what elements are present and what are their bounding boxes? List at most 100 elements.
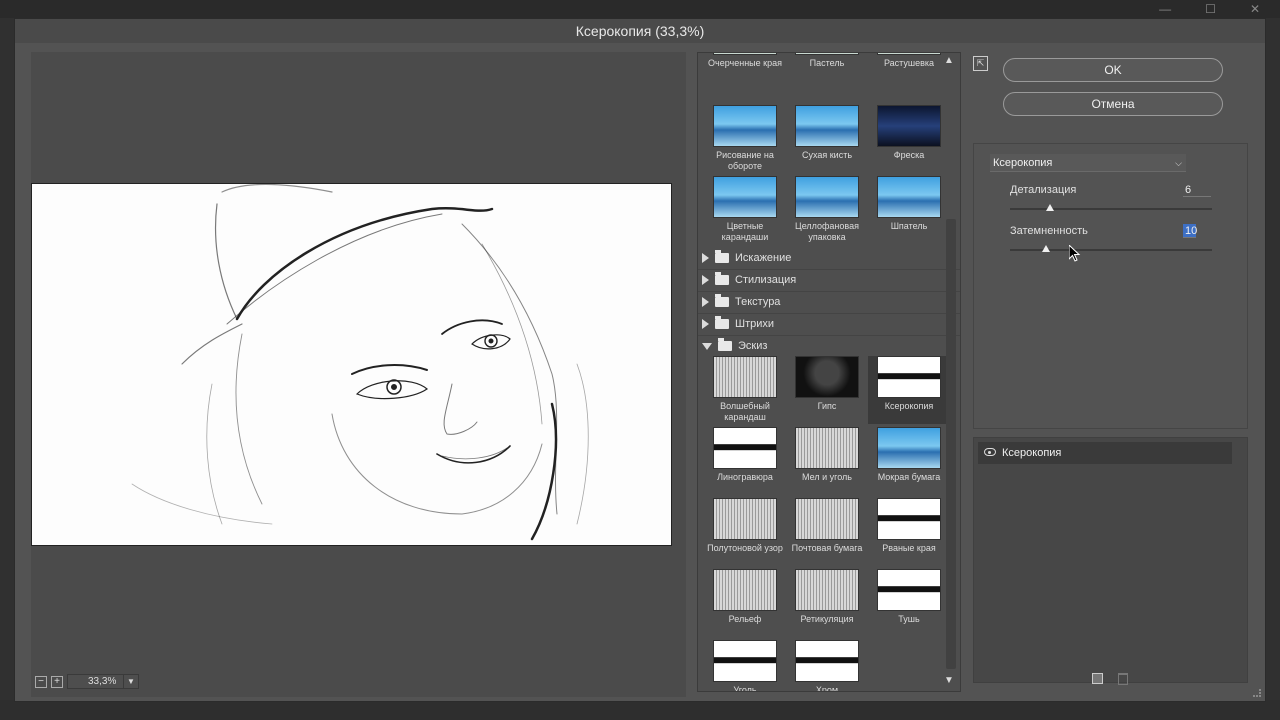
filter-thumbnail[interactable]: Рисование на обороте [704, 105, 786, 173]
scroll-up-arrow-icon[interactable]: ▲ [944, 55, 954, 66]
filter-thumbnail[interactable]: Почтовая бумага [786, 498, 868, 566]
chevron-down-icon: ⌵ [1175, 158, 1182, 168]
filter-thumbnail-image [713, 356, 777, 398]
ok-button[interactable]: OK [1003, 58, 1223, 82]
filter-thumbnail[interactable]: Уголь [704, 640, 786, 692]
filter-thumbnail[interactable]: Хром [786, 640, 868, 692]
filter-category-row[interactable]: Штрихи [702, 314, 942, 334]
filter-thumbnail-image [795, 176, 859, 218]
filter-thumbnail[interactable]: Ретикуляция [786, 569, 868, 637]
filter-thumbnail[interactable]: Фреска [868, 105, 950, 173]
filter-thumbnail-image [795, 53, 859, 55]
filter-settings-panel: Ксерокопия ⌵ Детализация 6 Затемненность… [973, 143, 1248, 429]
filter-select-value: Ксерокопия [993, 157, 1053, 169]
resize-grip-icon[interactable] [1253, 689, 1261, 697]
filter-thumbnail-label: Хром [815, 685, 839, 692]
folder-icon [715, 272, 729, 285]
filter-gallery-dialog: Ксерокопия (33,3%) − + 33,3% ▼ Очерченны… [14, 18, 1266, 702]
filter-category-label: Искажение [735, 252, 792, 264]
filter-thumbnail-label: Ксерокопия [884, 401, 934, 411]
filter-thumbnail[interactable]: Мокрая бумага [868, 427, 950, 495]
filter-thumbnail[interactable]: Волшебный карандаш [704, 356, 786, 424]
filter-thumbnail-label: Сухая кисть [801, 150, 853, 160]
filter-thumbnail[interactable]: Пастель [786, 53, 868, 69]
filter-category-label: Штрихи [735, 318, 775, 330]
preview-area: − + 33,3% ▼ [31, 52, 686, 697]
slider-detail[interactable] [1010, 208, 1212, 210]
filter-thumbnail-image [713, 498, 777, 540]
new-effect-layer-icon[interactable] [1092, 673, 1103, 684]
param-input-darkness[interactable]: 10 [1183, 224, 1197, 238]
filter-thumbnail-label: Очерченные края [708, 58, 782, 68]
filter-thumbnail-label: Фреска [893, 150, 925, 160]
filter-thumbnail-label: Рваные края [882, 543, 936, 553]
slider-darkness[interactable] [1010, 249, 1212, 251]
effect-layer-item[interactable]: Ксерокопия [978, 442, 1232, 464]
filter-thumbnail[interactable]: Мел и уголь [786, 427, 868, 495]
param-input-detail[interactable]: 6 [1183, 183, 1211, 197]
param-label-darkness: Затемненность [1010, 225, 1088, 237]
folder-icon [715, 294, 729, 307]
zoom-in-button[interactable]: + [51, 675, 63, 688]
filter-category-row[interactable]: Искажение [702, 248, 942, 268]
zoom-select[interactable]: 33,3% ▼ [67, 674, 139, 689]
zoom-controls: − + 33,3% ▼ [35, 674, 139, 689]
filter-thumbnail[interactable]: Очерченные края [704, 53, 786, 69]
filter-gallery-list[interactable]: Очерченные края Пастель Растушевка Рисовани… [697, 52, 961, 692]
filter-category-row-open[interactable]: Эскиз [702, 336, 942, 356]
filter-thumbnail[interactable]: Полутоновой узор [704, 498, 786, 566]
filter-thumbnail[interactable]: Гипс [786, 356, 868, 424]
zoom-out-button[interactable]: − [35, 675, 47, 688]
folder-open-icon [718, 338, 732, 351]
filter-thumbnail[interactable]: Цветные карандаши [704, 176, 786, 244]
right-panel-edge [1266, 18, 1280, 720]
expand-arrow-icon [702, 275, 709, 285]
filter-select[interactable]: Ксерокопия ⌵ [990, 154, 1186, 172]
trash-icon[interactable] [1118, 673, 1128, 685]
filter-thumbnail[interactable]: Ксерокопия [868, 356, 950, 424]
slider-handle-darkness[interactable] [1042, 245, 1051, 252]
filter-thumbnail[interactable]: Тушь [868, 569, 950, 637]
collapse-panel-icon[interactable]: ⇱ [973, 56, 988, 71]
maximize-icon[interactable]: ☐ [1205, 2, 1216, 16]
filter-thumbnail-image [877, 176, 941, 218]
filter-thumbnail-label: Уголь [733, 685, 757, 692]
filter-thumbnail-image [713, 53, 777, 55]
filter-thumbnail[interactable]: Шпатель [868, 176, 950, 244]
filter-thumbnail[interactable]: Линогравюра [704, 427, 786, 495]
expand-arrow-icon [702, 297, 709, 307]
filter-thumbnail-image [877, 356, 941, 398]
filter-thumbnail-label: Полутоновой узор [707, 543, 783, 553]
filter-category-row[interactable]: Текстура [702, 292, 942, 312]
filter-thumbnail-label: Цветные карандаши [721, 221, 769, 242]
filter-thumbnail-image [877, 105, 941, 147]
filter-category-row[interactable]: Стилизация [702, 270, 942, 290]
filter-thumbnail-image [713, 569, 777, 611]
dialog-title: Ксерокопия (33,3%) [15, 19, 1265, 43]
mouse-cursor-icon [1069, 245, 1081, 262]
scroll-down-arrow-icon[interactable]: ▼ [944, 675, 954, 686]
filter-thumbnail[interactable]: Рельеф [704, 569, 786, 637]
preview-image[interactable] [31, 183, 672, 546]
filter-thumbnail[interactable]: Растушевка [868, 53, 950, 69]
filter-category-label: Эскиз [738, 340, 768, 352]
eye-icon[interactable] [984, 448, 996, 456]
cancel-button[interactable]: Отмена [1003, 92, 1223, 116]
filter-thumbnail-image [795, 640, 859, 682]
left-toolbar [0, 18, 14, 720]
filter-thumbnail-image [713, 640, 777, 682]
filter-thumbnail-image [877, 498, 941, 540]
close-icon[interactable]: ✕ [1250, 2, 1260, 16]
app-menu-bar: — ☐ ✕ [0, 0, 1280, 18]
filter-thumbnail-image [713, 427, 777, 469]
slider-handle-detail[interactable] [1046, 204, 1055, 211]
scrollbar[interactable] [946, 219, 956, 669]
minimize-icon[interactable]: — [1159, 2, 1171, 16]
filter-thumbnail[interactable]: Рваные края [868, 498, 950, 566]
filter-thumbnail-label: Тушь [898, 614, 920, 624]
filter-thumbnail-image [713, 105, 777, 147]
filter-thumbnail[interactable]: Целлофановая упаковка [786, 176, 868, 244]
filter-thumbnail[interactable]: Сухая кисть [786, 105, 868, 173]
chevron-down-icon: ▼ [123, 675, 138, 688]
filter-thumbnail-image [795, 105, 859, 147]
